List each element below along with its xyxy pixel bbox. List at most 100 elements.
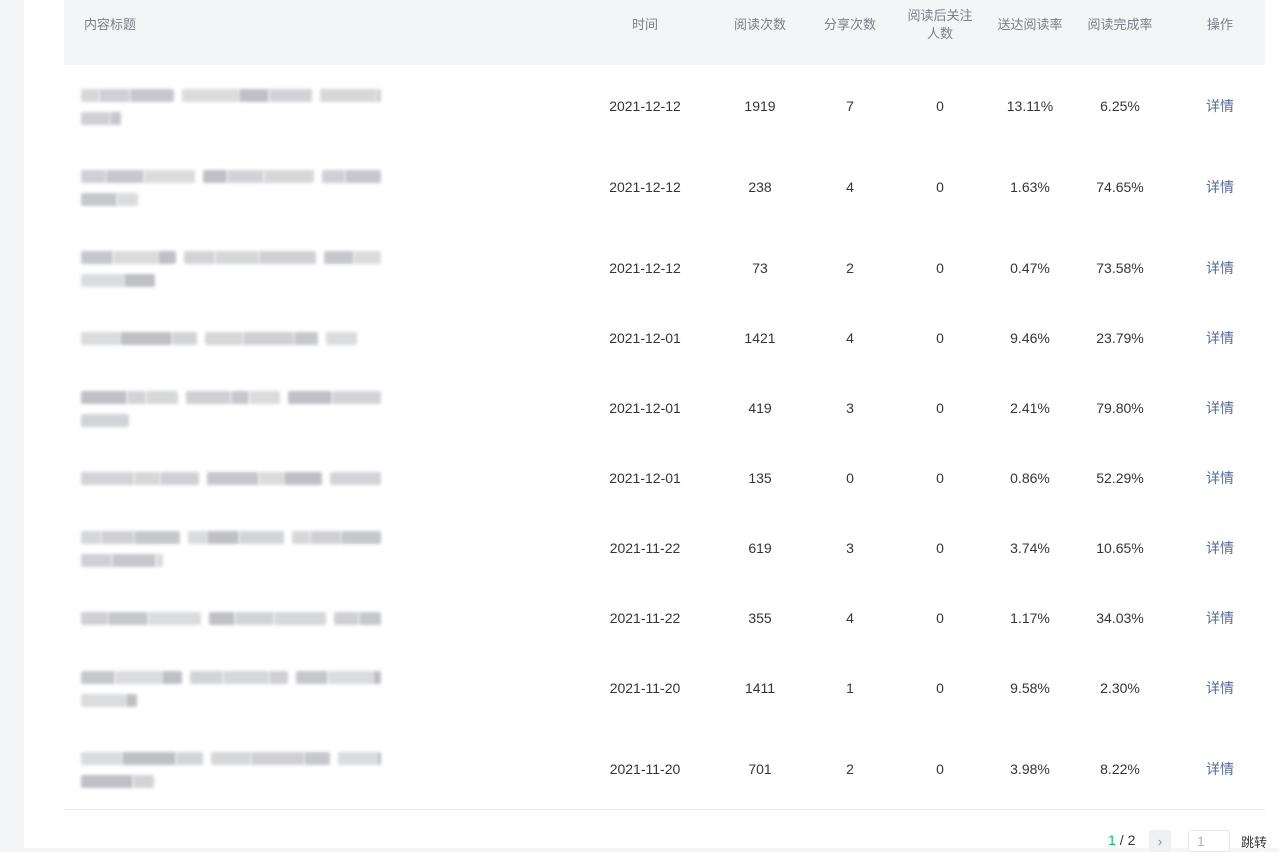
cell-completion-rate: 2.30% [1100,679,1140,696]
cell-completion-rate: 6.25% [1100,97,1140,114]
table-row: 2021-12-01 419 3 0 2.41% 79.80% 详情 [64,367,1265,449]
cell-follows: 0 [936,609,944,626]
cell-reads: 73 [752,259,768,276]
table-row: 2021-12-12 238 4 0 1.63% 74.65% 详情 [64,146,1265,228]
cell-time: 2021-12-01 [609,469,681,486]
cell-reads: 135 [748,469,772,486]
redacted-title [81,330,381,366]
details-link[interactable]: 详情 [1195,448,1245,507]
col-delivery-rate: 送达阅读率 [997,17,1063,32]
cell-delivery-rate: 3.74% [1010,539,1050,556]
cell-time: 2021-12-01 [609,399,681,416]
cell-delivery-rate: 2.41% [1010,399,1050,416]
cell-completion-rate: 23.79% [1096,329,1144,346]
col-shares: 分享次数 [823,17,876,32]
table-row: 2021-11-22 619 3 0 3.74% 10.65% 详情 [64,507,1265,589]
cell-completion-rate: 34.03% [1096,609,1144,626]
cell-follows: 0 [936,259,944,276]
cell-shares: 3 [846,399,854,416]
cell-time: 2021-11-22 [609,609,681,626]
redacted-title [81,529,381,567]
cell-time: 2021-11-20 [609,760,681,777]
cell-follows: 0 [936,539,944,556]
total-pages: / 2 [1119,832,1136,848]
cell-reads: 1919 [744,97,776,114]
cell-time: 2021-12-12 [609,178,681,195]
cell-reads: 619 [748,539,772,556]
details-link[interactable]: 详情 [1195,146,1245,227]
chevron-right-icon: › [1157,833,1163,849]
table-row: 2021-11-20 1411 1 0 9.58% 2.30% 详情 [64,647,1265,729]
page-input[interactable]: 1 [1188,830,1230,852]
cell-delivery-rate: 3.98% [1010,760,1050,777]
cell-shares: 0 [846,469,854,486]
redacted-title [81,168,381,206]
col-reads: 阅读次数 [733,17,786,32]
col-completion-rate: 阅读完成率 [1087,17,1153,32]
cell-time: 2021-12-12 [609,97,681,114]
page-indicator: 1 / 2 [1108,828,1135,852]
cell-delivery-rate: 13.11% [1006,97,1054,114]
jump-button[interactable]: 跳转 [1241,832,1267,851]
table-row: 2021-12-12 1919 7 0 13.11% 6.25% 详情 [64,65,1265,147]
col-title: 内容标题 [84,17,137,32]
cell-shares: 1 [846,679,854,696]
redacted-title [81,249,381,287]
cell-follows: 0 [936,97,944,114]
table-row: 2021-12-01 1421 4 0 9.46% 23.79% 详情 [64,308,1265,368]
table-row: 2021-11-22 355 4 0 1.17% 34.03% 详情 [64,588,1265,648]
cell-shares: 4 [846,609,854,626]
details-link[interactable]: 详情 [1195,227,1245,308]
cell-completion-rate: 73.58% [1096,259,1144,276]
details-link[interactable]: 详情 [1195,65,1245,146]
table-header: 内容标题 时间 阅读次数 分享次数 阅读后关注人数 送达阅读率 阅读完成率 操作 [64,0,1265,65]
redacted-title [81,610,381,646]
cell-time: 2021-11-20 [609,679,681,696]
col-follows: 阅读后关注人数 [895,0,985,50]
col-time: 时间 [631,17,658,32]
cell-shares: 4 [846,329,854,346]
details-link[interactable]: 详情 [1195,728,1245,809]
details-link[interactable]: 详情 [1195,367,1245,448]
details-link[interactable]: 详情 [1195,308,1245,367]
cell-delivery-rate: 9.58% [1010,679,1050,696]
cell-delivery-rate: 0.86% [1010,469,1050,486]
cell-follows: 0 [936,399,944,416]
cell-follows: 0 [936,329,944,346]
next-page-button[interactable]: › [1149,830,1171,852]
table-row: 2021-12-01 135 0 0 0.86% 52.29% 详情 [64,448,1265,508]
current-page: 1 [1108,832,1116,848]
cell-shares: 2 [846,259,854,276]
details-link[interactable]: 详情 [1195,588,1245,647]
cell-follows: 0 [936,469,944,486]
cell-delivery-rate: 9.46% [1010,329,1050,346]
table-row: 2021-12-12 73 2 0 0.47% 73.58% 详情 [64,227,1265,309]
cell-follows: 0 [936,760,944,777]
redacted-title [81,87,381,125]
cell-reads: 419 [748,399,772,416]
details-link[interactable]: 详情 [1195,507,1245,588]
col-follows-label: 阅读后关注人数 [907,8,973,41]
cell-completion-rate: 74.65% [1096,178,1144,195]
cell-completion-rate: 10.65% [1096,539,1144,556]
cell-completion-rate: 8.22% [1100,760,1140,777]
details-link[interactable]: 详情 [1195,647,1245,728]
cell-reads: 238 [748,178,772,195]
redacted-title [81,470,381,506]
cell-shares: 4 [846,178,854,195]
cell-reads: 701 [748,760,772,777]
cell-delivery-rate: 1.63% [1010,178,1050,195]
cell-completion-rate: 79.80% [1096,399,1144,416]
cell-reads: 355 [748,609,772,626]
col-action: 操作 [1206,17,1233,32]
cell-time: 2021-12-12 [609,259,681,276]
cell-delivery-rate: 0.47% [1010,259,1050,276]
cell-follows: 0 [936,178,944,195]
cell-shares: 7 [846,97,854,114]
cell-shares: 2 [846,760,854,777]
redacted-title [81,669,381,707]
cell-time: 2021-11-22 [609,539,681,556]
redacted-title [81,389,381,427]
cell-reads: 1411 [744,679,776,696]
redacted-title [81,750,381,788]
